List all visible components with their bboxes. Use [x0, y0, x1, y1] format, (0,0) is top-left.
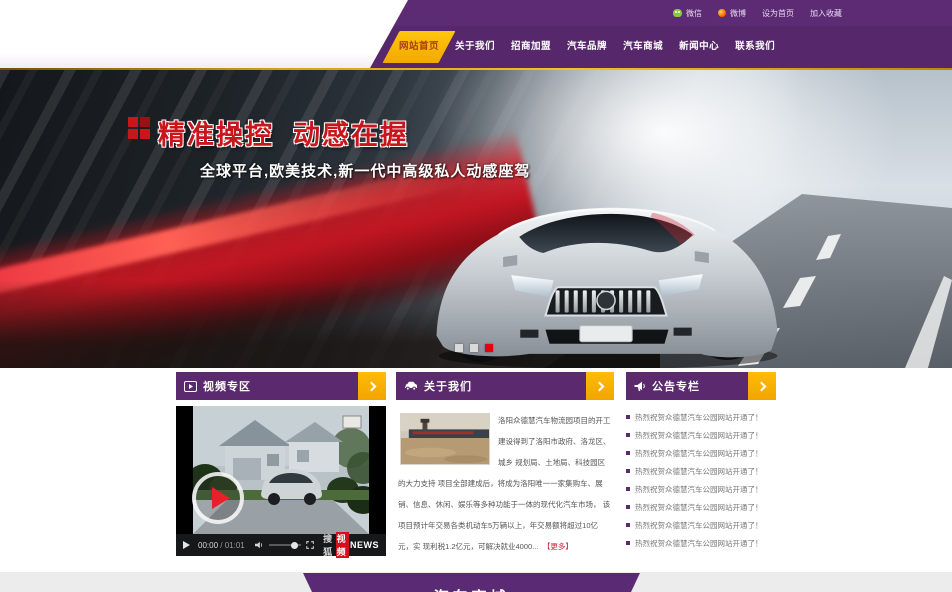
footer-section-banner: 汽车商城 [303, 573, 640, 592]
sohu-video-logo: 搜狐 视频 NEWS [323, 532, 379, 558]
carousel-dot[interactable] [455, 344, 463, 352]
about-photo [400, 413, 490, 465]
video-section-title: 视频专区 [203, 378, 251, 394]
time-total: 01:01 [225, 541, 245, 550]
nav-item[interactable]: 关于我们 [447, 31, 503, 63]
video-more-button[interactable] [358, 372, 386, 400]
notice-item[interactable]: 热烈祝贺众德慧汽车公园网站开通了！ [626, 426, 776, 444]
wechat-icon [673, 9, 682, 17]
notice-item-text: 热烈祝贺众德慧汽车公园网站开通了！ [635, 430, 763, 441]
hero-subheadline: 全球平台,欧美技术,新一代中高级私人动感座驾 [200, 160, 530, 181]
bullet-square-icon [626, 523, 630, 527]
add-favorite-link[interactable]: 加入收藏 [810, 8, 842, 19]
nav-item[interactable]: 联系我们 [727, 31, 783, 63]
notice-item-text: 热烈祝贺众德慧汽车公园网站开通了！ [635, 448, 763, 459]
notice-section: 公告专栏 热烈祝贺众德慧汽车公园网站开通了！ 热烈祝贺众德慧汽车公园网站开通了！ [626, 372, 776, 557]
nav-item[interactable]: 汽车商城 [615, 31, 671, 63]
control-play-icon[interactable] [183, 541, 190, 549]
about-more-button[interactable] [586, 372, 614, 400]
weibo-link[interactable]: 微博 [718, 8, 746, 19]
weibo-label: 微博 [730, 8, 746, 19]
notice-list: 热烈祝贺众德慧汽车公园网站开通了！ 热烈祝贺众德慧汽车公园网站开通了！ 热烈祝贺… [626, 408, 776, 552]
volume-knob[interactable] [291, 542, 298, 549]
about-section-title: 关于我们 [424, 378, 472, 394]
nav-item[interactable]: 招商加盟 [503, 31, 559, 63]
site-header: 微信 微博 设为首页 加入收藏 众德慧汽车 [0, 0, 952, 68]
footer-section-title: 汽车商城 [433, 586, 509, 592]
notice-item-text: 热烈祝贺众德慧汽车公园网站开通了！ [635, 412, 763, 423]
notice-item-text: 热烈祝贺众德慧汽车公园网站开通了！ [635, 484, 763, 495]
hero-caption: 精准操控 动感在握 全球平台,欧美技术,新一代中高级私人动感座驾 [128, 113, 530, 181]
chevron-right-icon [756, 381, 766, 391]
page: 微信 微博 设为首页 加入收藏 众德慧汽车 [0, 0, 952, 592]
volume-icon[interactable] [255, 540, 264, 550]
video-player[interactable]: 00:00 / 01:01 搜狐 视频 [176, 406, 386, 556]
about-more-link[interactable]: 【更多】 [543, 542, 573, 551]
notice-item-text: 热烈祝贺众德慧汽车公园网站开通了！ [635, 466, 763, 477]
notice-item-text: 热烈祝贺众德慧汽车公园网站开通了！ [635, 538, 763, 549]
notice-item[interactable]: 热烈祝贺众德慧汽车公园网站开通了！ [626, 480, 776, 498]
bullet-square-icon [626, 541, 630, 545]
weibo-icon [718, 9, 726, 17]
volume-slider[interactable] [269, 544, 301, 546]
notice-item[interactable]: 热烈祝贺众德慧汽车公园网站开通了！ [626, 462, 776, 480]
hero-headline: 精准操控 动感在握 [158, 113, 409, 152]
time-separator: / [220, 541, 222, 550]
notice-item[interactable]: 热烈祝贺众德慧汽车公园网站开通了！ [626, 534, 776, 552]
set-home-label: 设为首页 [762, 8, 794, 19]
notice-item[interactable]: 热烈祝贺众德慧汽车公园网站开通了！ [626, 516, 776, 534]
video-section-header: 视频专区 [176, 372, 386, 400]
car-icon [404, 381, 418, 391]
carousel-dot[interactable] [470, 344, 478, 352]
nav-item[interactable]: 新闻中心 [671, 31, 727, 63]
footer-strip: 汽车商城 [0, 572, 952, 592]
video-icon [184, 381, 197, 392]
about-body: 洛阳众德慧汽车物流园项目的开工 建设得到了洛阳市政府、洛龙区、城乡 规划局、土地… [396, 406, 614, 557]
sohu-video-text: 视频 [336, 532, 349, 558]
notice-more-button[interactable] [748, 372, 776, 400]
about-section-header: 关于我们 [396, 372, 614, 400]
hero-banner: 精准操控 动感在握 全球平台,欧美技术,新一代中高级私人动感座驾 [0, 68, 952, 368]
notice-section-header: 公告专栏 [626, 372, 776, 400]
add-favorite-label: 加入收藏 [810, 8, 842, 19]
time-current: 00:00 [198, 541, 218, 550]
notice-item[interactable]: 热烈祝贺众德慧汽车公园网站开通了！ [626, 444, 776, 462]
red-squares-icon [128, 117, 150, 139]
main-nav: 网站首页 关于我们 招商加盟 汽车品牌 汽车商城 新闻中心 联系我们 [0, 26, 952, 68]
wechat-link[interactable]: 微信 [673, 8, 702, 19]
play-button[interactable] [192, 472, 244, 524]
content-row: 视频专区 [176, 372, 776, 557]
topbar: 微信 微博 设为首页 加入收藏 [673, 0, 842, 26]
video-section: 视频专区 [176, 372, 386, 557]
fullscreen-icon[interactable] [306, 540, 314, 550]
sohu-text: 搜狐 [323, 532, 334, 558]
bullet-square-icon [626, 505, 630, 509]
nav-item[interactable]: 网站首页 [391, 31, 447, 63]
wechat-label: 微信 [686, 8, 702, 19]
bullet-square-icon [626, 469, 630, 473]
notice-item-text: 热烈祝贺众德慧汽车公园网站开通了！ [635, 520, 763, 531]
chevron-right-icon [594, 381, 604, 391]
notice-item[interactable]: 热烈祝贺众德慧汽车公园网站开通了！ [626, 408, 776, 426]
about-section: 关于我们 洛阳众德慧汽车 [396, 372, 614, 557]
chevron-right-icon [366, 381, 376, 391]
sohu-news-text: NEWS [350, 540, 379, 550]
megaphone-icon [634, 381, 646, 392]
play-triangle-icon [212, 487, 230, 509]
notice-section-title: 公告专栏 [652, 378, 700, 394]
bullet-square-icon [626, 433, 630, 437]
bullet-square-icon [626, 487, 630, 491]
bullet-square-icon [626, 415, 630, 419]
carousel-dot[interactable] [485, 344, 493, 352]
carousel-dots [455, 344, 493, 352]
video-controls: 00:00 / 01:01 搜狐 视频 [176, 534, 386, 556]
notice-item-text: 热烈祝贺众德慧汽车公园网站开通了！ [635, 502, 763, 513]
video-time: 00:00 / 01:01 [198, 541, 245, 550]
bullet-square-icon [626, 451, 630, 455]
notice-item[interactable]: 热烈祝贺众德慧汽车公园网站开通了！ [626, 498, 776, 516]
nav-item[interactable]: 汽车品牌 [559, 31, 615, 63]
set-home-link[interactable]: 设为首页 [762, 8, 794, 19]
